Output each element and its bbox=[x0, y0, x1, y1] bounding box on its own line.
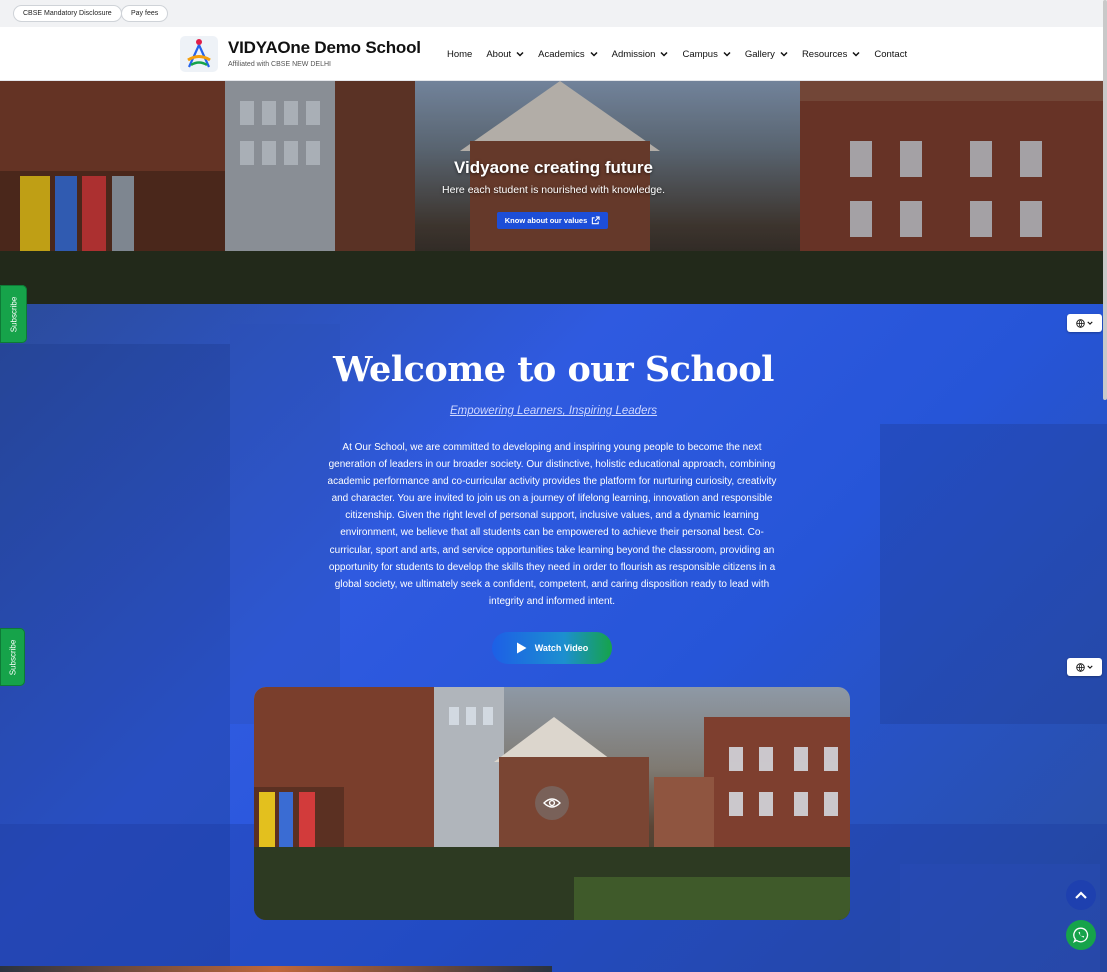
welcome-body: At Our School, we are committed to devel… bbox=[327, 442, 777, 607]
nav-label: Campus bbox=[682, 48, 718, 60]
school-affiliation: Affiliated with CBSE NEW DELHI bbox=[228, 61, 331, 68]
chevron-down-icon bbox=[590, 51, 598, 57]
chevron-down-icon bbox=[1087, 665, 1093, 669]
nav-label: Home bbox=[447, 48, 473, 60]
nav-label: Academics bbox=[538, 48, 585, 60]
nav-academics[interactable]: Academics bbox=[538, 48, 598, 60]
chevron-down-icon bbox=[780, 51, 788, 57]
nav-admission[interactable]: Admission bbox=[612, 49, 669, 60]
know-values-button[interactable]: Know about our values bbox=[497, 212, 608, 229]
whatsapp-button[interactable] bbox=[1066, 920, 1096, 950]
next-section-preview bbox=[0, 966, 552, 972]
know-values-label: Know about our values bbox=[504, 216, 588, 225]
scroll-top-button[interactable] bbox=[1066, 880, 1096, 910]
subscribe-label: Subscribe bbox=[9, 296, 19, 332]
chevron-up-icon bbox=[1075, 891, 1087, 899]
nav-contact[interactable]: Contact bbox=[874, 49, 907, 60]
hero-subtitle: Here each student is nourished with know… bbox=[442, 184, 665, 196]
nav-label: Gallery bbox=[744, 48, 775, 60]
whatsapp-icon bbox=[1073, 927, 1089, 943]
campus-media-card[interactable] bbox=[254, 687, 850, 920]
hero-title: Vidyaone creating future bbox=[453, 158, 653, 177]
subscribe-tab[interactable]: Subscribe bbox=[0, 628, 25, 686]
top-utility-bar: CBSE Mandatory Disclosure Pay fees bbox=[0, 0, 1107, 27]
welcome-section: Welcome to our School Empowering Learner… bbox=[0, 304, 1107, 972]
nav-label: Contact bbox=[874, 48, 908, 60]
chevron-down-icon bbox=[660, 51, 668, 57]
nav-resources[interactable]: Resources bbox=[802, 49, 860, 60]
pay-fees-link[interactable]: Pay fees bbox=[121, 5, 169, 22]
view-photo-button[interactable] bbox=[535, 786, 569, 820]
school-name[interactable]: VIDYAOne Demo School bbox=[228, 38, 421, 58]
nav-home[interactable]: Home bbox=[447, 49, 472, 60]
site-header: VIDYAOne Demo School Affiliated with CBS… bbox=[0, 27, 1107, 81]
play-icon bbox=[516, 642, 527, 654]
cbse-disclosure-link[interactable]: CBSE Mandatory Disclosure bbox=[13, 5, 122, 22]
page-scrollbar[interactable] bbox=[1103, 0, 1107, 400]
watch-video-label: Watch Video bbox=[534, 643, 589, 653]
language-selector[interactable] bbox=[1067, 314, 1102, 332]
nav-label: Resources bbox=[801, 48, 848, 60]
nav-about[interactable]: About bbox=[486, 49, 524, 60]
subscribe-tab[interactable]: Subscribe bbox=[0, 285, 27, 343]
external-link-icon bbox=[592, 216, 600, 225]
nav-label: Admission bbox=[611, 48, 656, 60]
chevron-down-icon bbox=[723, 51, 731, 57]
globe-icon bbox=[1076, 318, 1085, 328]
eye-icon bbox=[543, 798, 561, 808]
nav-campus[interactable]: Campus bbox=[682, 48, 731, 60]
globe-icon bbox=[1076, 662, 1085, 672]
watch-video-button[interactable]: Watch Video bbox=[492, 632, 612, 664]
school-logo[interactable] bbox=[180, 36, 218, 72]
language-selector[interactable] bbox=[1067, 658, 1102, 676]
chevron-down-icon bbox=[1087, 321, 1093, 325]
main-nav: Home About Academics Admission Campus Ga… bbox=[447, 27, 921, 81]
welcome-tagline[interactable]: Empowering Learners, Inspiring Leaders bbox=[0, 405, 1107, 417]
chevron-down-icon bbox=[516, 51, 524, 57]
welcome-title: Welcome to our School bbox=[333, 349, 774, 390]
nav-label: About bbox=[486, 48, 512, 60]
chevron-down-icon bbox=[852, 51, 860, 57]
nav-gallery[interactable]: Gallery bbox=[745, 49, 788, 60]
subscribe-label: Subscribe bbox=[8, 639, 18, 675]
hero-banner: Vidyaone creating future Here each stude… bbox=[0, 81, 1107, 304]
